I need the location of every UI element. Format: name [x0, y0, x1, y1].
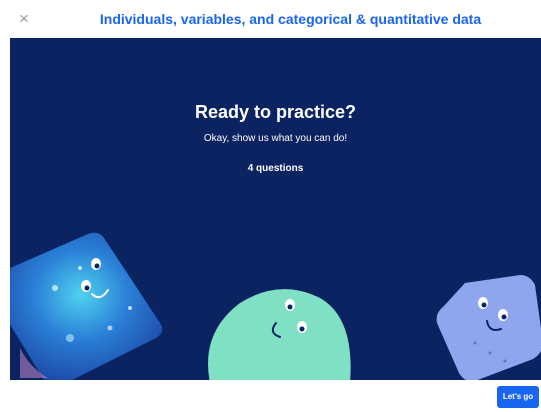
mint-blob-mascot-illustration: [208, 289, 351, 380]
footer: Let's go: [0, 380, 541, 412]
question-count: 4 questions: [247, 163, 304, 174]
close-icon[interactable]: ×: [14, 8, 34, 30]
exercise-title: Individuals, variables, and categorical …: [99, 11, 482, 27]
lets-go-button[interactable]: Let's go: [497, 386, 539, 408]
periwinkle-hexagon-mascot-illustration: [436, 275, 541, 380]
hero-subtitle: Okay, show us what you can do!: [203, 133, 348, 144]
hero-title: Ready to practice?: [194, 102, 357, 122]
blue-square-mascot-illustration: [10, 232, 163, 380]
practice-intro-panel: Ready to practice? Okay, show us what yo…: [10, 38, 541, 380]
header: × Individuals, variables, and categorica…: [0, 0, 541, 38]
